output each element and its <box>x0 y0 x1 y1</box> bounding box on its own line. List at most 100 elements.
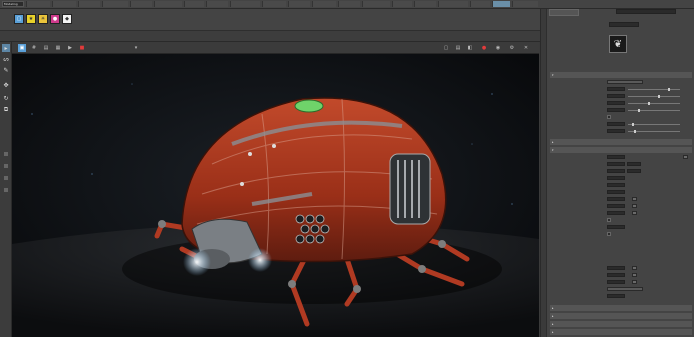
play-icon[interactable]: ▶ <box>66 44 74 52</box>
layout-icon[interactable] <box>4 152 8 156</box>
section-header[interactable] <box>550 313 692 319</box>
menu-tab[interactable] <box>288 1 310 7</box>
menu-tab[interactable] <box>362 1 390 7</box>
section-header[interactable] <box>550 305 692 311</box>
circle-icon[interactable]: ● <box>50 14 60 24</box>
map-button[interactable] <box>632 280 637 284</box>
attr-field[interactable] <box>607 122 625 126</box>
attr-checkbox[interactable] <box>607 115 611 119</box>
menu-tab-active[interactable] <box>492 1 510 7</box>
attr-field[interactable] <box>607 183 625 187</box>
section-header[interactable] <box>550 72 692 78</box>
ipr-icon[interactable]: ▦ <box>54 44 62 52</box>
menu-tab[interactable] <box>414 1 436 7</box>
menu-tab[interactable] <box>184 1 204 7</box>
section-header[interactable] <box>550 321 692 327</box>
attr-field[interactable] <box>607 190 625 194</box>
attr-field[interactable] <box>607 273 625 277</box>
snapshot-icon[interactable]: ▢ <box>442 44 450 52</box>
rectangle-select-icon[interactable]: ▢ <box>14 14 24 24</box>
menu-tab[interactable] <box>206 1 228 7</box>
paint-tool-icon[interactable]: ✎ <box>2 66 10 74</box>
menu-tab[interactable] <box>230 1 260 7</box>
menu-tab[interactable] <box>102 1 128 7</box>
attr-slider[interactable] <box>628 130 680 133</box>
section-header[interactable] <box>550 139 692 145</box>
menu-tab[interactable] <box>26 1 50 7</box>
attr-field[interactable] <box>607 162 625 166</box>
menu-tab[interactable] <box>512 1 538 7</box>
attr-field[interactable] <box>627 162 641 166</box>
record-icon[interactable]: ● <box>480 44 488 52</box>
map-button[interactable] <box>632 211 637 215</box>
attribute-editor-tab[interactable] <box>549 9 579 16</box>
select-tool-icon[interactable]: ▸ <box>2 44 10 52</box>
rotate-tool-icon[interactable]: ↻ <box>2 94 10 102</box>
swatch-name-field[interactable] <box>609 22 639 27</box>
section-header[interactable] <box>550 147 692 153</box>
menu-tab[interactable] <box>438 1 468 7</box>
attr-field[interactable] <box>607 87 625 91</box>
star-icon[interactable]: ★ <box>26 14 36 24</box>
attr-field[interactable] <box>627 169 641 173</box>
menu-tab[interactable] <box>130 1 152 7</box>
menu-tab[interactable] <box>392 1 412 7</box>
attr-slider[interactable] <box>628 95 680 98</box>
attr-dropdown[interactable] <box>607 80 643 84</box>
map-button[interactable] <box>632 266 637 270</box>
attr-field[interactable] <box>607 266 625 270</box>
menu-tab[interactable] <box>154 1 182 7</box>
keep-image-icon[interactable]: ▤ <box>454 44 462 52</box>
compare-icon[interactable]: ◧ <box>466 44 474 52</box>
close-icon[interactable]: ✕ <box>522 44 530 52</box>
attr-field[interactable] <box>607 280 625 284</box>
workspace-selector[interactable]: Modeling <box>2 1 24 7</box>
camera-icon[interactable]: ▣ <box>18 44 26 52</box>
camera-snapshot-icon[interactable]: ◉ <box>494 44 502 52</box>
layout-icon[interactable] <box>4 164 8 168</box>
map-button[interactable] <box>683 155 688 159</box>
attr-field[interactable] <box>607 197 625 201</box>
attr-field[interactable] <box>607 129 625 133</box>
map-button[interactable] <box>632 273 637 277</box>
attr-field[interactable] <box>607 211 625 215</box>
attr-slider[interactable] <box>628 102 680 105</box>
attr-field[interactable] <box>607 225 625 229</box>
menu-tab[interactable] <box>78 1 100 7</box>
attr-slider[interactable] <box>628 88 680 91</box>
menu-tab[interactable] <box>312 1 336 7</box>
attr-dropdown[interactable] <box>607 287 643 291</box>
material-swatch-icon[interactable]: ❦ <box>609 35 627 53</box>
move-tool-icon[interactable]: ✥ <box>2 81 10 89</box>
render-view[interactable] <box>12 54 539 337</box>
attr-checkbox[interactable] <box>607 218 611 222</box>
scale-tool-icon[interactable]: ⧉ <box>2 106 10 114</box>
cursor-icon[interactable]: ◆ <box>62 14 72 24</box>
menu-dropdown-icon[interactable]: ▾ <box>132 44 140 52</box>
attr-field[interactable] <box>607 108 625 112</box>
menu-tab[interactable] <box>338 1 360 7</box>
sun-icon[interactable]: ☀ <box>38 14 48 24</box>
layout-icon[interactable] <box>4 176 8 180</box>
layout-icon[interactable] <box>4 188 8 192</box>
node-name-field[interactable] <box>616 9 676 14</box>
render-icon[interactable]: ▤ <box>42 44 50 52</box>
menu-tab[interactable] <box>262 1 286 7</box>
attr-field[interactable] <box>607 176 625 180</box>
attr-slider[interactable] <box>628 123 680 126</box>
settings-icon[interactable]: ⚙ <box>508 44 516 52</box>
section-header[interactable] <box>550 329 692 335</box>
attr-slider[interactable] <box>628 109 680 112</box>
attr-field[interactable] <box>607 155 625 159</box>
grid-icon[interactable]: # <box>30 44 38 52</box>
attr-field[interactable] <box>607 294 625 298</box>
attr-field[interactable] <box>607 204 625 208</box>
attr-field[interactable] <box>607 169 625 173</box>
attr-checkbox[interactable] <box>607 232 611 236</box>
attr-field[interactable] <box>607 101 625 105</box>
map-button[interactable] <box>632 197 637 201</box>
lasso-tool-icon[interactable]: ᔕ <box>2 55 10 63</box>
attr-field[interactable] <box>607 94 625 98</box>
menu-tab[interactable] <box>52 1 76 7</box>
stop-icon[interactable]: ■ <box>78 44 86 52</box>
